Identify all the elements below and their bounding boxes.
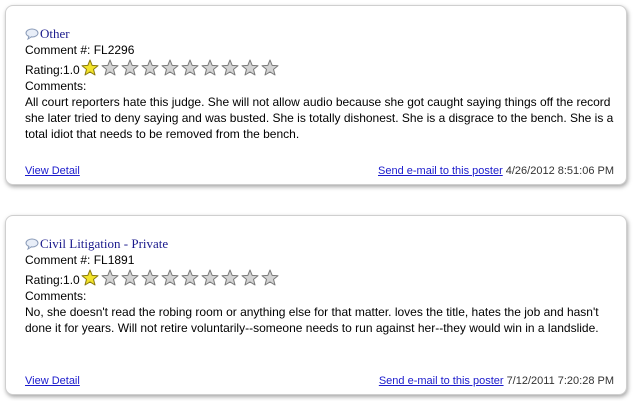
comment-text: All court reporters hate this judge. She… (25, 95, 614, 141)
star-icon (221, 269, 239, 286)
star-icon (201, 269, 219, 286)
star-icon (141, 59, 159, 76)
rating-label: Rating:1.0 (25, 273, 80, 287)
category-label: Other (40, 26, 70, 41)
comment-text: No, she doesn't read the robing room or … (25, 305, 599, 335)
comment-number-value: FL2296 (93, 43, 135, 57)
rating-value: 1.0 (63, 273, 80, 287)
star-icon (121, 269, 139, 286)
timestamp: 4/26/2012 8:51:06 PM (505, 165, 614, 177)
view-detail-link[interactable]: View Detail (25, 164, 80, 178)
rating-row: Rating:1.0 (25, 268, 616, 288)
comment-number-value: FL1891 (93, 253, 135, 267)
review-content: Civil Litigation - Private Comment #: FL… (25, 236, 616, 336)
star-icon (101, 59, 119, 76)
star-icon (81, 269, 99, 286)
speech-bubble-icon (25, 28, 39, 40)
rating-row: Rating:1.0 (25, 58, 616, 78)
review-category: Civil Litigation - Private (25, 236, 616, 252)
comment-number-label: Comment #: (25, 253, 91, 267)
review-card: Civil Litigation - Private Comment #: FL… (5, 215, 627, 395)
footer-right: Send e-mail to this poster 7/12/2011 7:2… (379, 374, 614, 388)
review-content: Other Comment #: FL2296 Rating:1.0 Comme… (25, 26, 616, 142)
comment-number-label: Comment #: (25, 43, 91, 57)
comments-label: Comments: (25, 289, 87, 303)
comment-number: Comment #: FL2296 (25, 42, 616, 58)
review-category: Other (25, 26, 616, 42)
star-icon (161, 269, 179, 286)
send-email-link[interactable]: Send e-mail to this poster (379, 374, 504, 388)
star-icon (241, 269, 259, 286)
star-rating (81, 269, 281, 286)
star-icon (221, 59, 239, 76)
rating-value: 1.0 (63, 63, 80, 77)
star-icon (241, 59, 259, 76)
star-rating (81, 59, 281, 76)
star-icon (101, 269, 119, 286)
comments-label: Comments: (25, 79, 87, 93)
comment-number: Comment #: FL1891 (25, 252, 616, 268)
view-detail-link[interactable]: View Detail (25, 374, 80, 388)
star-icon (261, 59, 279, 76)
review-card: Other Comment #: FL2296 Rating:1.0 Comme… (5, 5, 627, 185)
review-footer: View Detail Send e-mail to this poster 4… (25, 164, 614, 178)
star-icon (141, 269, 159, 286)
star-icon (261, 269, 279, 286)
timestamp: 7/12/2011 7:20:28 PM (506, 375, 614, 387)
speech-bubble-icon (25, 238, 39, 250)
send-email-link[interactable]: Send e-mail to this poster (378, 164, 503, 178)
star-icon (181, 269, 199, 286)
star-icon (121, 59, 139, 76)
star-icon (161, 59, 179, 76)
rating-label: Rating:1.0 (25, 63, 80, 77)
star-icon (181, 59, 199, 76)
review-footer: View Detail Send e-mail to this poster 7… (25, 374, 614, 388)
star-icon (201, 59, 219, 76)
star-icon (81, 59, 99, 76)
category-label: Civil Litigation - Private (40, 236, 169, 251)
footer-right: Send e-mail to this poster 4/26/2012 8:5… (378, 164, 614, 178)
